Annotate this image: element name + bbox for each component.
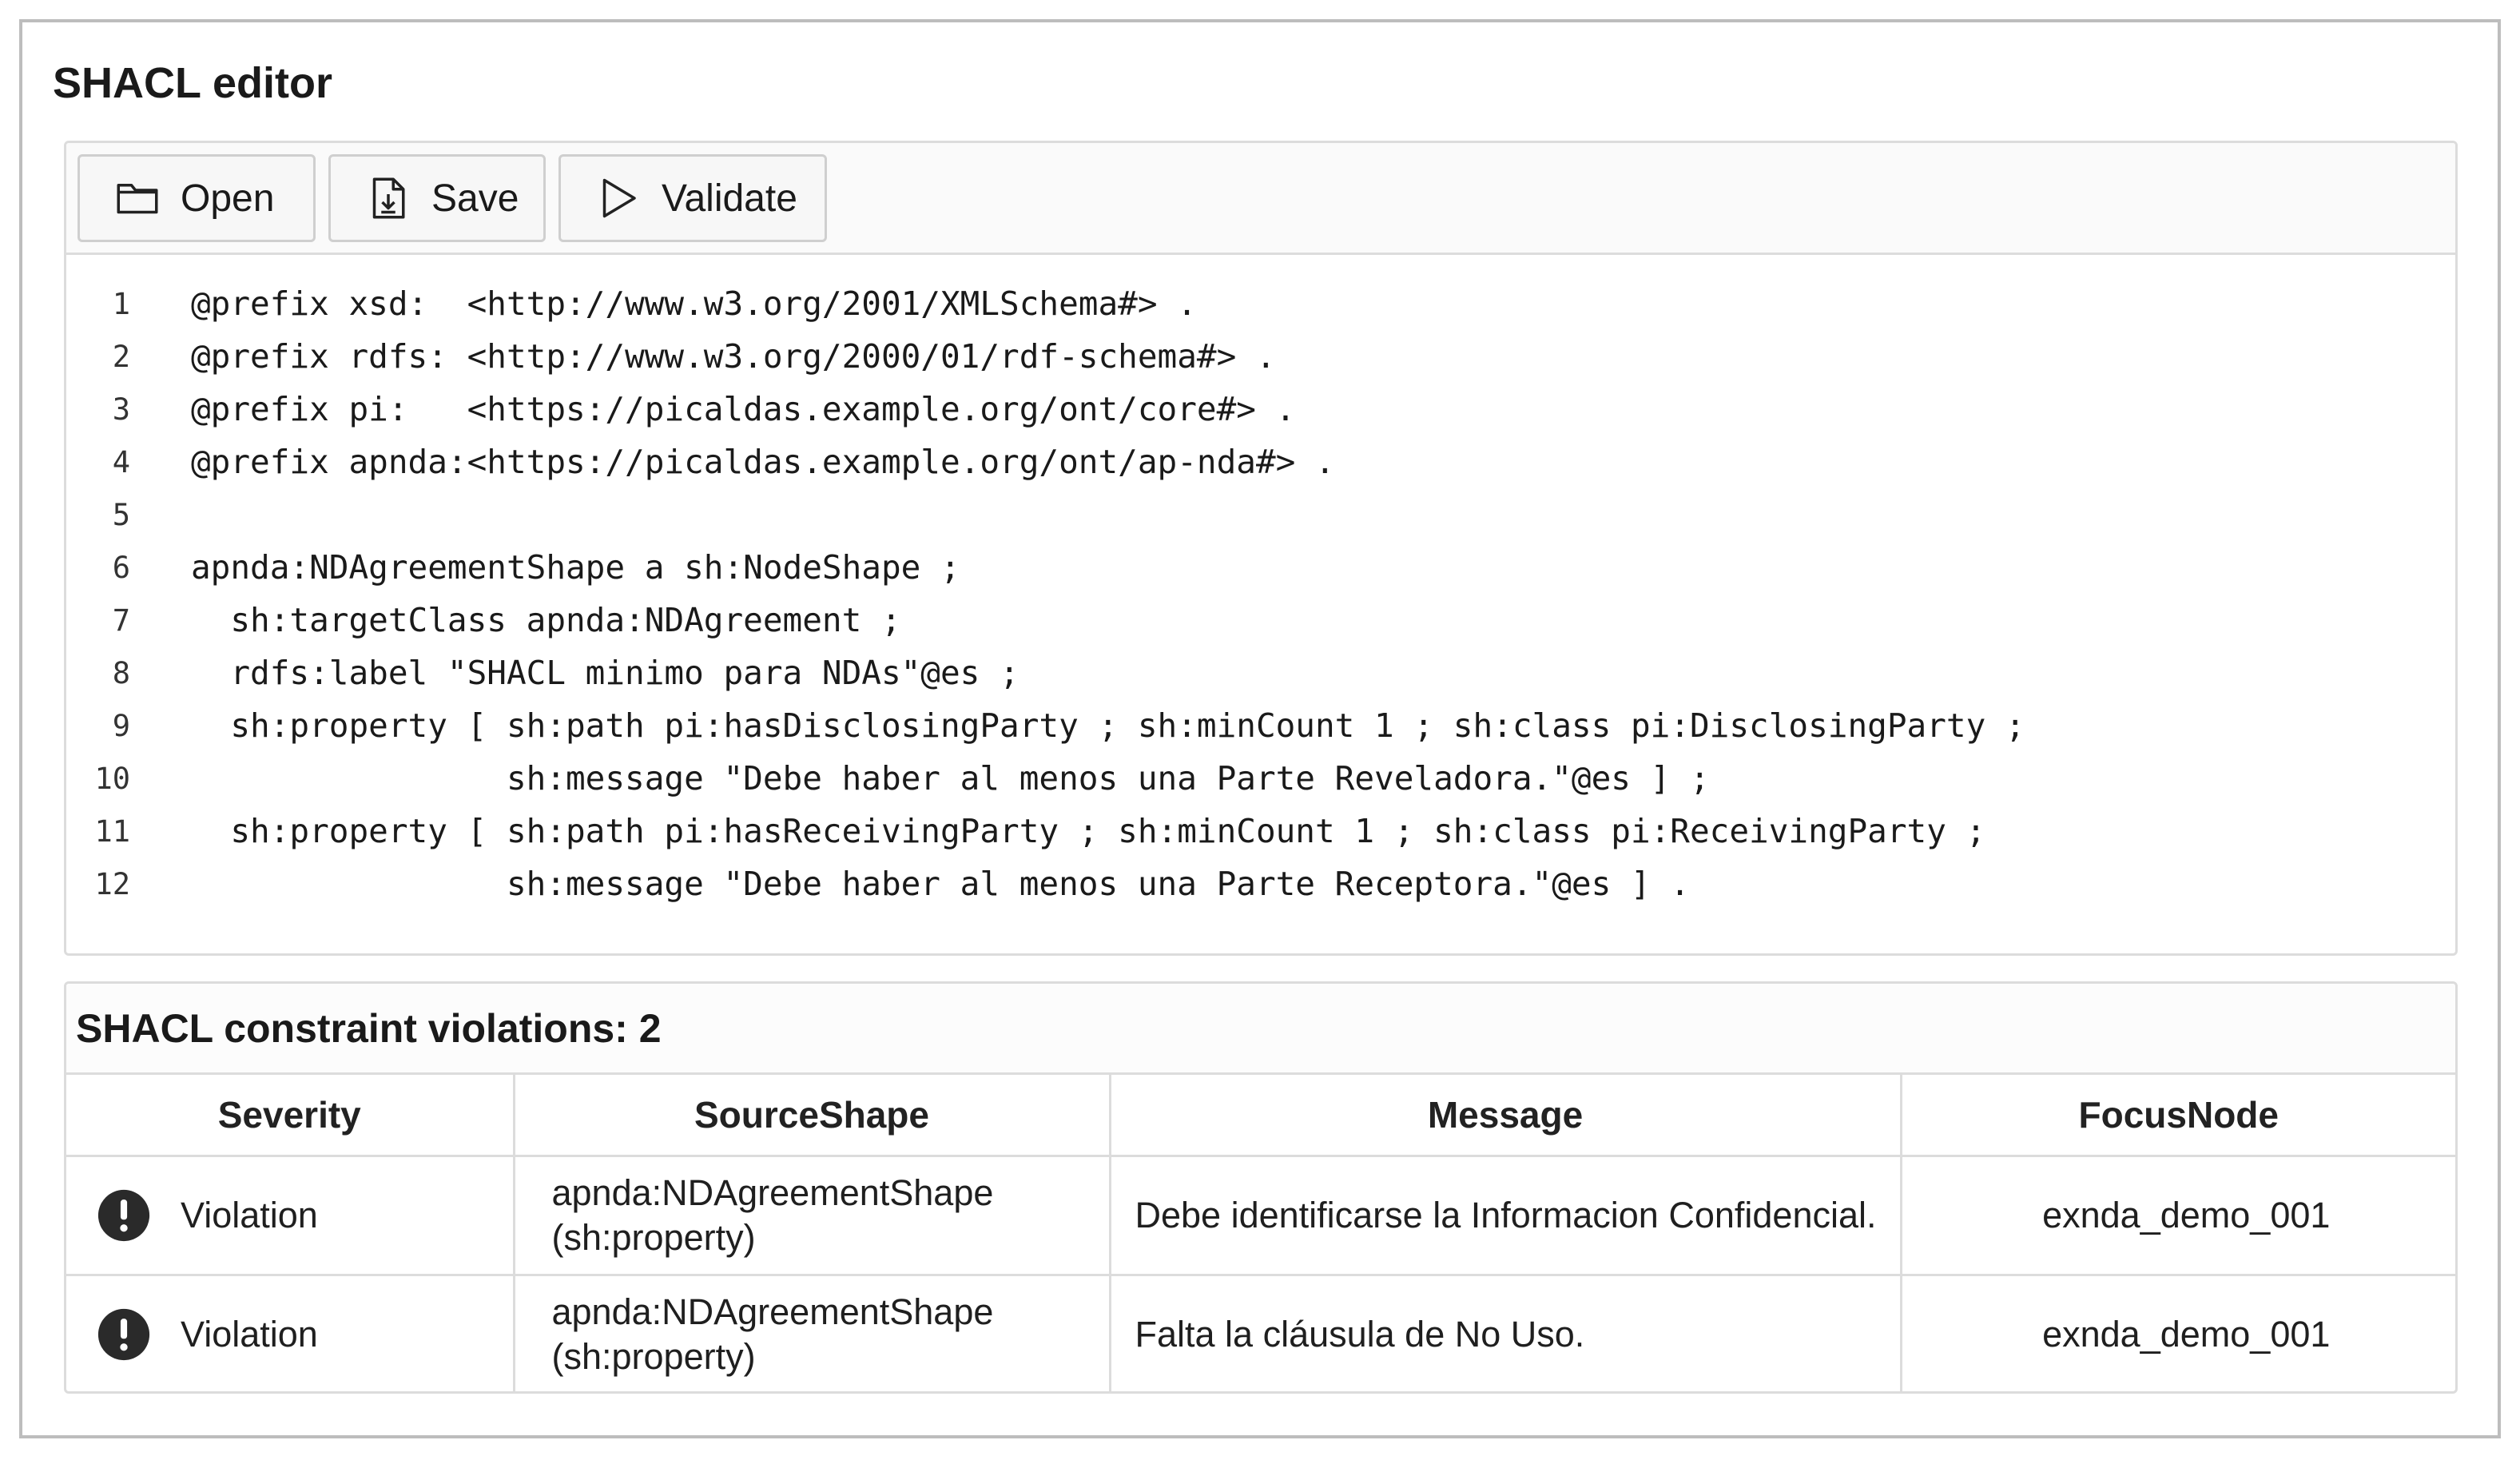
- line-number: 11: [94, 814, 130, 849]
- message-cell: Falta la cláusula de No Uso.: [1110, 1275, 1902, 1391]
- column-header-message[interactable]: Message: [1110, 1075, 1902, 1157]
- severity-text: Violation: [181, 1195, 318, 1235]
- line-number: 12: [94, 866, 130, 901]
- code-line: 3 @prefix pi: <https://picaldas.example.o…: [66, 383, 2455, 436]
- sourceshape-name: apnda:NDAgreementShape: [551, 1172, 994, 1213]
- code-line: 12 sh:message "Debe haber al menos una P…: [66, 857, 2455, 910]
- code-text[interactable]: sh:targetClass apnda:NDAgreement ;: [191, 601, 900, 639]
- violations-table: Severity SourceShape Message FocusNode V…: [66, 1075, 2455, 1391]
- sourceshape-path: (sh:property): [551, 1217, 756, 1258]
- sourceshape-name: apnda:NDAgreementShape: [551, 1291, 994, 1332]
- open-button[interactable]: Open: [78, 154, 316, 242]
- save-button[interactable]: Save: [328, 154, 546, 242]
- code-text[interactable]: @prefix apnda:<https://picaldas.example.…: [191, 443, 1335, 481]
- violations-panel: SHACL constraint violations: 2 Severity …: [64, 981, 2458, 1394]
- code-line: 9 sh:property [ sh:path pi:hasDisclosing…: [66, 699, 2455, 752]
- violations-title: SHACL constraint violations: 2: [66, 984, 2455, 1075]
- code-text[interactable]: sh:message "Debe haber al menos una Part…: [191, 865, 1690, 903]
- table-row[interactable]: Violation apnda:NDAgreementShape (sh:pro…: [66, 1156, 2455, 1276]
- code-line: 5: [66, 488, 2455, 541]
- sourceshape-cell: apnda:NDAgreementShape (sh:property): [514, 1156, 1111, 1276]
- code-line: 8 rdfs:label "SHACL minimo para NDAs"@es…: [66, 646, 2455, 699]
- column-header-sourceshape[interactable]: SourceShape: [514, 1075, 1111, 1157]
- validate-button-label: Validate: [662, 177, 797, 220]
- focusnode-cell: exnda_demo_001: [1901, 1156, 2455, 1276]
- severity-cell: Violation: [66, 1275, 515, 1391]
- page-title: SHACL editor: [53, 59, 333, 107]
- open-button-label: Open: [181, 177, 275, 220]
- exclamation-circle-icon: [97, 1189, 150, 1242]
- code-text[interactable]: apnda:NDAgreementShape a sh:NodeShape ;: [191, 548, 960, 587]
- code-editor[interactable]: 1 @prefix xsd: <http://www.w3.org/2001/XM…: [66, 255, 2455, 953]
- save-button-label: Save: [431, 177, 519, 220]
- code-text[interactable]: sh:message "Debe haber al menos una Part…: [191, 759, 1710, 798]
- code-line: 11 sh:property [ sh:path pi:hasReceiving…: [66, 805, 2455, 857]
- line-number: 10: [94, 761, 130, 796]
- exclamation-circle-icon: [97, 1308, 150, 1361]
- table-row[interactable]: Violation apnda:NDAgreementShape (sh:pro…: [66, 1275, 2455, 1391]
- code-line: 10 sh:message "Debe haber al menos una P…: [66, 752, 2455, 805]
- editor-panel: Open Save Validate 1 @prefix xsd: <http:…: [64, 141, 2458, 956]
- line-number: 6: [112, 550, 130, 585]
- save-file-icon: [364, 174, 412, 222]
- line-number: 4: [112, 444, 130, 479]
- line-number: 1: [112, 286, 130, 321]
- code-text[interactable]: sh:property [ sh:path pi:hasDisclosingPa…: [191, 706, 2025, 745]
- message-cell: Debe identificarse la Informacion Confid…: [1110, 1156, 1902, 1276]
- code-text[interactable]: @prefix xsd: <http://www.w3.org/2001/XML…: [191, 284, 1197, 323]
- line-number: 5: [112, 497, 130, 532]
- sourceshape-cell: apnda:NDAgreementShape (sh:property): [514, 1275, 1111, 1391]
- play-icon: [594, 174, 642, 222]
- code-text[interactable]: rdfs:label "SHACL minimo para NDAs"@es ;: [191, 654, 1019, 692]
- code-text[interactable]: @prefix pi: <https://picaldas.example.or…: [191, 390, 1295, 428]
- sourceshape-path: (sh:property): [551, 1336, 756, 1377]
- validate-button[interactable]: Validate: [558, 154, 827, 242]
- code-text[interactable]: sh:property [ sh:path pi:hasReceivingPar…: [191, 812, 1985, 850]
- code-line: 7 sh:targetClass apnda:NDAgreement ;: [66, 594, 2455, 646]
- line-number: 2: [112, 339, 130, 374]
- toolbar: Open Save Validate: [66, 143, 2455, 255]
- code-line: 6 apnda:NDAgreementShape a sh:NodeShape ;: [66, 541, 2455, 594]
- severity-text: Violation: [181, 1314, 318, 1355]
- code-text[interactable]: @prefix rdfs: <http://www.w3.org/2000/01…: [191, 337, 1276, 376]
- folder-icon: [113, 174, 161, 222]
- severity-cell: Violation: [66, 1156, 515, 1276]
- column-header-focusnode[interactable]: FocusNode: [1901, 1075, 2455, 1157]
- code-line: 1 @prefix xsd: <http://www.w3.org/2001/XM…: [66, 277, 2455, 330]
- line-number: 8: [112, 655, 130, 690]
- column-header-severity[interactable]: Severity: [66, 1075, 515, 1157]
- table-header-row: Severity SourceShape Message FocusNode: [66, 1075, 2455, 1157]
- code-line: 2 @prefix rdfs: <http://www.w3.org/2000/0…: [66, 330, 2455, 383]
- code-line: 4 @prefix apnda:<https://picaldas.example…: [66, 436, 2455, 488]
- line-number: 3: [112, 392, 130, 427]
- focusnode-cell: exnda_demo_001: [2042, 1314, 2331, 1355]
- line-number: 9: [112, 708, 130, 743]
- line-number: 7: [112, 603, 130, 638]
